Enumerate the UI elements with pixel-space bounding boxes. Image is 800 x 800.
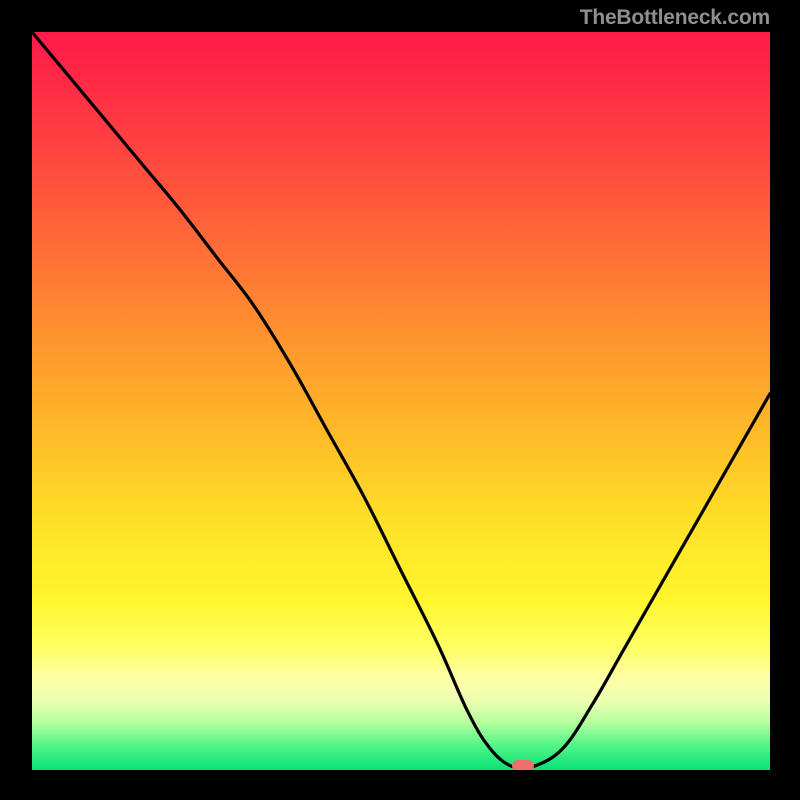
bottleneck-curve (32, 32, 770, 770)
optimal-point-marker (512, 760, 534, 770)
chart-container: TheBottleneck.com (0, 0, 800, 800)
plot-area (32, 32, 770, 770)
watermark-text: TheBottleneck.com (580, 6, 770, 30)
